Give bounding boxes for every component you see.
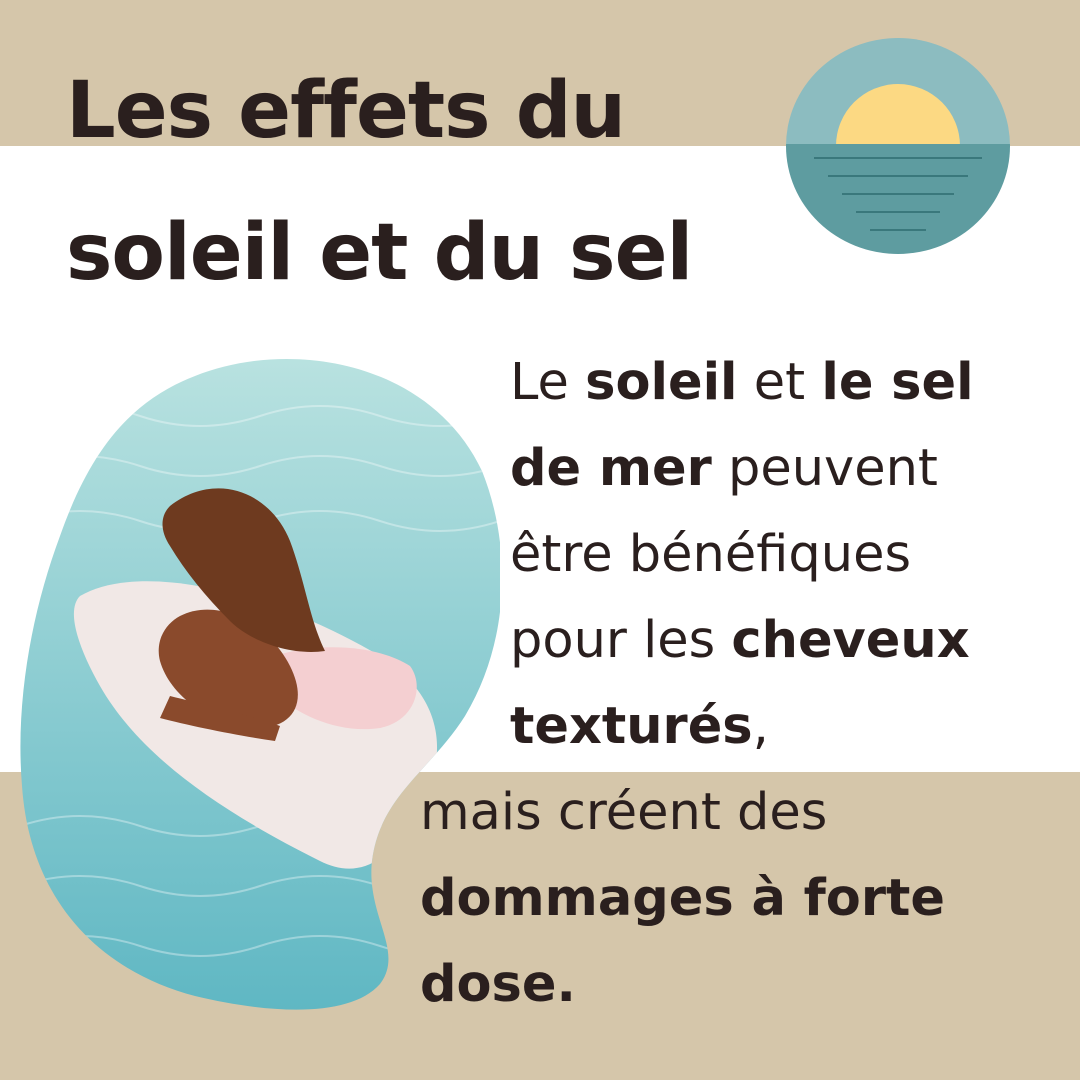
text-line: de mer peuvent — [510, 426, 1070, 512]
text-line: texturés, — [510, 684, 1070, 770]
text-span: Le — [510, 353, 586, 412]
text-line: être bénéfiques — [510, 525, 912, 584]
bold-term-cheveux: cheveux — [731, 611, 970, 670]
bold-term-dose: dose. — [420, 955, 576, 1014]
text-line: mais créent des — [420, 783, 828, 842]
text-span: pour les — [510, 611, 732, 670]
bold-term-de-mer: de mer — [510, 439, 712, 498]
bold-term-le-sel: le sel — [821, 353, 974, 412]
text-span: peuvent — [711, 439, 938, 498]
title-line-1: Les effets du — [66, 66, 626, 156]
text-span: et — [737, 353, 822, 412]
page-title: Les effets du soleil et du sel — [66, 40, 693, 324]
text-line: Le soleil et le sel — [510, 340, 1070, 426]
intro-paragraph: Le soleil et le sel de mer peuvent être … — [510, 340, 1070, 770]
text-span: , — [752, 697, 769, 756]
text-line: pour les cheveux — [510, 598, 1070, 684]
bold-term-soleil: soleil — [585, 353, 738, 412]
bold-term-dommages: dommages à forte — [420, 869, 945, 928]
bold-term-textures: texturés — [510, 697, 753, 756]
sunset-over-sea-icon — [786, 38, 1010, 254]
title-line-2: soleil et du sel — [66, 208, 693, 298]
conclusion-paragraph: mais créent des dommages à forte dose. — [420, 770, 1060, 1028]
